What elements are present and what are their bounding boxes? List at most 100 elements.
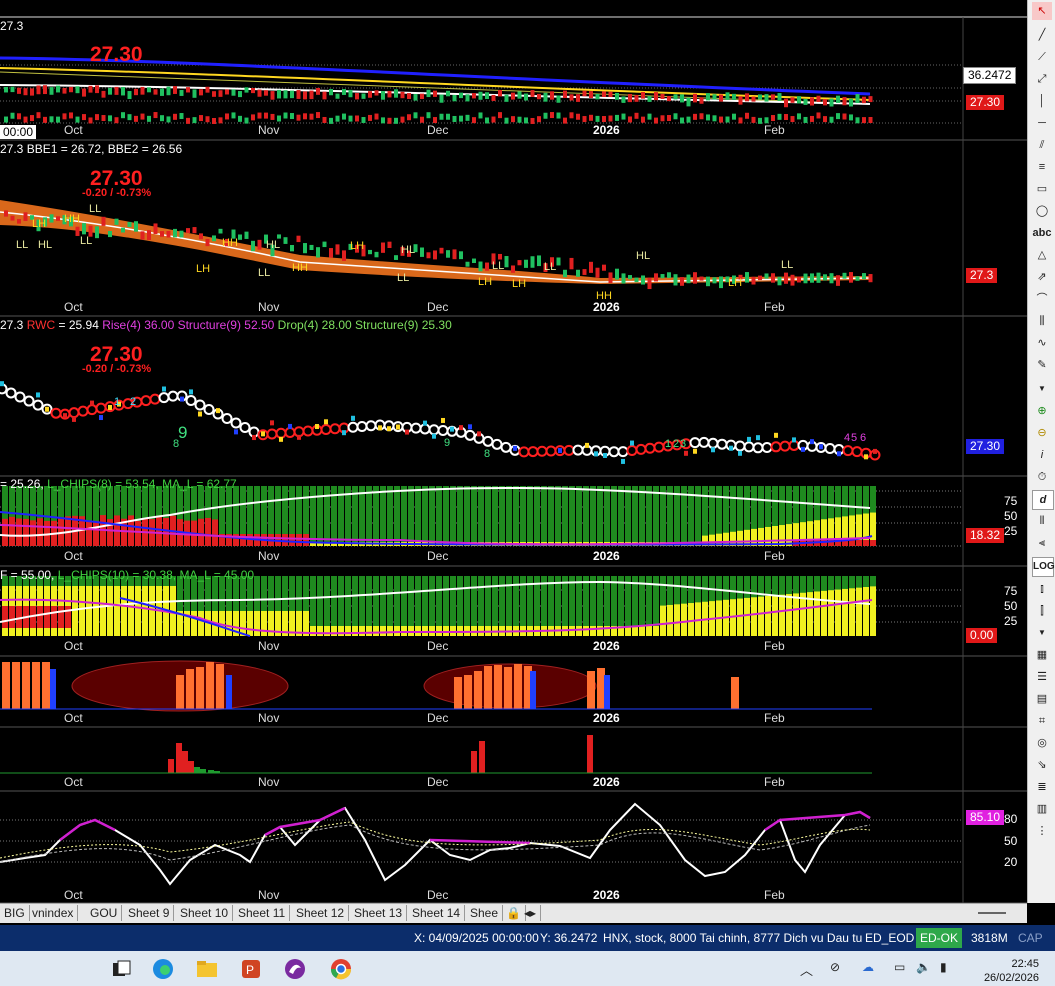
status-bar: X: 04/09/2025 00:00:00 Y: 36.2472 HNX, s… [0,925,1055,951]
chart-canvas[interactable] [0,0,1027,903]
rectangle-icon[interactable]: ▭ [1032,180,1052,198]
more-icon[interactable]: ⋮ [1032,822,1052,840]
price-candle [407,93,411,99]
pointer-icon[interactable]: ↖ [1032,2,1052,20]
scroll-down-icon[interactable]: ▼ [1032,380,1052,398]
app-dragon-icon[interactable] [284,958,306,980]
volume-bar [30,115,34,122]
sheet-tab[interactable]: Sheet 14 [408,905,466,921]
sheet-tab[interactable]: Sheet 12 [292,905,350,921]
info-icon[interactable]: i [1032,446,1052,464]
sheet-tab[interactable]: Sheet 10 [176,905,234,921]
month-label: Dec [427,711,449,725]
rwc-circle [32,399,44,411]
chips-bar-green [863,576,869,588]
text-tool-icon[interactable]: abc [1032,224,1052,242]
parallel-lines-icon[interactable]: ⫽ [1032,136,1052,154]
price-candle [511,92,515,100]
bar-style-icon[interactable]: ⫴ [1032,512,1052,530]
ray-tool-icon[interactable]: ⟋ [1032,48,1052,66]
wave-tool-icon[interactable]: ∿ [1032,334,1052,352]
rwc-circle [734,440,746,452]
price-candle [563,269,567,278]
sheet-tab[interactable]: Sheet 11 [234,905,291,921]
price-candle [797,96,801,104]
triangle-icon[interactable]: △ [1032,246,1052,264]
price-candle [725,92,730,100]
extended-line-icon[interactable]: ⤢ [1032,70,1052,88]
channel-icon[interactable]: ≡ [1032,158,1052,176]
chips-bar-green [499,576,505,626]
price-candle [784,98,788,108]
radio-icon[interactable]: ◎ [1032,734,1052,752]
zoom-out-icon[interactable]: ⊖ [1032,424,1052,442]
line-tool-icon[interactable]: ╱ [1032,26,1052,44]
sheet-tab[interactable]: vnindex [28,905,79,921]
price-candle [205,86,210,93]
log-scale-button[interactable]: LOG [1032,557,1055,577]
price-candle [452,94,457,102]
system-clock[interactable]: 22:45 26/02/2026 [984,957,1039,985]
sheet-tab[interactable]: Sheet 9 [124,905,175,921]
period-icon[interactable]: ⏱ [1032,468,1052,486]
month-label: Dec [427,300,449,314]
line-style-icon[interactable]: ⫷ [1032,534,1052,552]
cloud-icon[interactable]: ☁ [862,960,874,974]
pattern-icon[interactable]: ⌗ [1032,712,1052,730]
volume-icon[interactable]: 🔈 [916,960,931,974]
network-icon[interactable]: ⊘ [830,960,840,974]
tab-scroll-icon[interactable]: ◂▸ [520,905,542,921]
powerpoint-icon[interactable]: P [240,958,262,980]
bars-icon[interactable]: ⫾ [1032,580,1052,598]
signal-bar [168,759,174,773]
scroll-down-icon-2[interactable]: ▼ [1032,624,1052,642]
price-candle [127,91,132,100]
volume-bar [277,115,281,122]
month-label: Feb [764,775,785,789]
zoom-in-icon[interactable]: ⊕ [1032,402,1052,420]
chrome-icon[interactable] [330,958,352,980]
sheet-tab[interactable]: Shee [466,905,504,921]
sheet-tab[interactable]: BIG [0,905,30,921]
price-candle [420,247,424,257]
sheet-tab[interactable]: GOU [86,905,123,921]
tablet-icon[interactable]: ▭ [894,960,905,974]
pencil-icon[interactable]: ✎ [1032,356,1052,374]
grid-icon[interactable]: ▦ [1032,646,1052,664]
fibonacci-icon[interactable]: ⫼ [1032,312,1052,330]
columns-icon[interactable]: ▥ [1032,800,1052,818]
trend-icon[interactable]: ⇘ [1032,756,1052,774]
price-candle [173,228,177,238]
stack-icon[interactable]: ≣ [1032,778,1052,796]
list-icon[interactable]: ☰ [1032,668,1052,686]
ellipse-icon[interactable]: ◯ [1032,202,1052,220]
vertical-line-icon[interactable]: │ [1032,92,1052,110]
chips-bar-red [58,606,64,628]
month-label: 2026 [593,549,620,563]
price-candle [751,276,756,285]
daily-period-icon[interactable]: d [1032,490,1054,510]
layers-icon[interactable]: ▤ [1032,690,1052,708]
chevron-up-icon[interactable]: ︿ [800,960,813,979]
rwc-circle [329,423,341,435]
battery-icon[interactable]: ▮ [940,960,947,974]
swing-marker: LH [478,276,493,288]
volume-bar [550,112,554,119]
arc-tool-icon[interactable]: ⌒ [1032,290,1052,308]
horizontal-scrollbar[interactable] [978,912,1006,914]
month-label: 2026 [593,123,620,137]
candle-icon[interactable]: ⫿ [1032,602,1052,620]
price-candle [719,276,723,289]
edge-icon[interactable] [152,958,174,980]
chart-area[interactable]: 27.3 27.30 36.2472 27.30 00:00 Oct Nov D… [0,0,1027,903]
chips-bar-green [737,576,743,599]
horizontal-line-icon[interactable]: ─ [1032,114,1052,132]
price-candle [836,275,840,286]
sheet-tab[interactable]: Sheet 13 [350,905,408,921]
arrow-tool-icon[interactable]: ⇗ [1032,268,1052,286]
task-view-icon[interactable] [110,958,132,980]
rwc-bar [63,413,67,419]
file-explorer-icon[interactable] [196,958,218,980]
volume-bar [147,115,151,122]
rwc-circle [68,407,80,419]
